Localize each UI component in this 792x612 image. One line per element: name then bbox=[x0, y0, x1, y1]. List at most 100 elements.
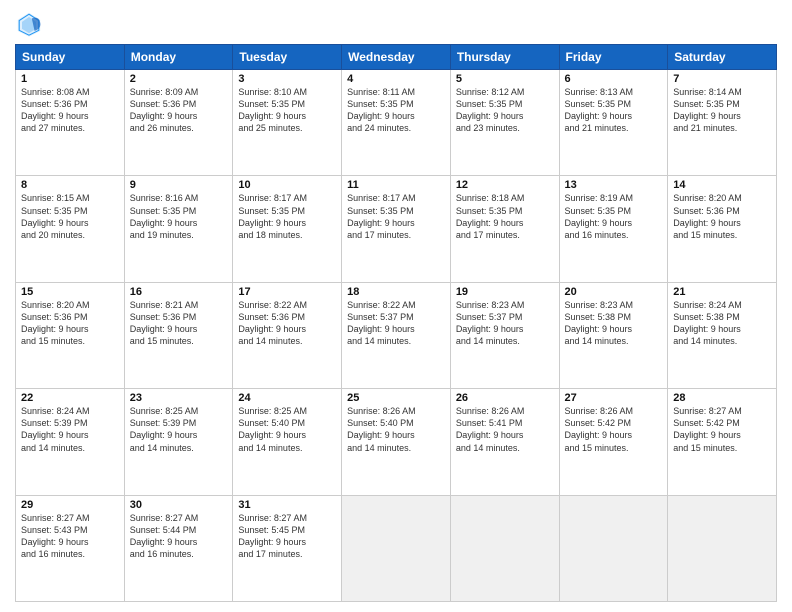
calendar-cell: 4Sunrise: 8:11 AMSunset: 5:35 PMDaylight… bbox=[342, 70, 451, 176]
day-number: 6 bbox=[565, 73, 663, 85]
calendar-cell: 11Sunrise: 8:17 AMSunset: 5:35 PMDayligh… bbox=[342, 176, 451, 282]
day-number: 2 bbox=[130, 73, 228, 85]
day-number: 8 bbox=[21, 179, 119, 191]
cell-details: Sunrise: 8:22 AMSunset: 5:37 PMDaylight:… bbox=[347, 299, 445, 348]
day-number: 12 bbox=[456, 179, 554, 191]
calendar-cell: 27Sunrise: 8:26 AMSunset: 5:42 PMDayligh… bbox=[559, 389, 668, 495]
cell-details: Sunrise: 8:23 AMSunset: 5:37 PMDaylight:… bbox=[456, 299, 554, 348]
day-number: 27 bbox=[565, 392, 663, 404]
cell-details: Sunrise: 8:24 AMSunset: 5:39 PMDaylight:… bbox=[21, 405, 119, 454]
cell-details: Sunrise: 8:17 AMSunset: 5:35 PMDaylight:… bbox=[238, 192, 336, 241]
calendar-cell: 31Sunrise: 8:27 AMSunset: 5:45 PMDayligh… bbox=[233, 495, 342, 601]
cell-details: Sunrise: 8:26 AMSunset: 5:40 PMDaylight:… bbox=[347, 405, 445, 454]
cell-details: Sunrise: 8:19 AMSunset: 5:35 PMDaylight:… bbox=[565, 192, 663, 241]
cell-details: Sunrise: 8:13 AMSunset: 5:35 PMDaylight:… bbox=[565, 86, 663, 135]
calendar-cell: 9Sunrise: 8:16 AMSunset: 5:35 PMDaylight… bbox=[124, 176, 233, 282]
week-row-2: 8Sunrise: 8:15 AMSunset: 5:35 PMDaylight… bbox=[16, 176, 777, 282]
day-number: 7 bbox=[673, 73, 771, 85]
cell-details: Sunrise: 8:16 AMSunset: 5:35 PMDaylight:… bbox=[130, 192, 228, 241]
cell-details: Sunrise: 8:25 AMSunset: 5:40 PMDaylight:… bbox=[238, 405, 336, 454]
day-header-friday: Friday bbox=[559, 45, 668, 70]
cell-details: Sunrise: 8:21 AMSunset: 5:36 PMDaylight:… bbox=[130, 299, 228, 348]
calendar-cell: 26Sunrise: 8:26 AMSunset: 5:41 PMDayligh… bbox=[450, 389, 559, 495]
calendar-cell: 6Sunrise: 8:13 AMSunset: 5:35 PMDaylight… bbox=[559, 70, 668, 176]
day-number: 15 bbox=[21, 286, 119, 298]
cell-details: Sunrise: 8:25 AMSunset: 5:39 PMDaylight:… bbox=[130, 405, 228, 454]
day-header-sunday: Sunday bbox=[16, 45, 125, 70]
cell-details: Sunrise: 8:23 AMSunset: 5:38 PMDaylight:… bbox=[565, 299, 663, 348]
day-number: 21 bbox=[673, 286, 771, 298]
calendar-cell: 18Sunrise: 8:22 AMSunset: 5:37 PMDayligh… bbox=[342, 282, 451, 388]
day-header-saturday: Saturday bbox=[668, 45, 777, 70]
calendar-cell: 16Sunrise: 8:21 AMSunset: 5:36 PMDayligh… bbox=[124, 282, 233, 388]
calendar-cell: 10Sunrise: 8:17 AMSunset: 5:35 PMDayligh… bbox=[233, 176, 342, 282]
calendar-cell: 23Sunrise: 8:25 AMSunset: 5:39 PMDayligh… bbox=[124, 389, 233, 495]
cell-details: Sunrise: 8:22 AMSunset: 5:36 PMDaylight:… bbox=[238, 299, 336, 348]
day-number: 30 bbox=[130, 499, 228, 511]
cell-details: Sunrise: 8:11 AMSunset: 5:35 PMDaylight:… bbox=[347, 86, 445, 135]
day-number: 19 bbox=[456, 286, 554, 298]
cell-details: Sunrise: 8:18 AMSunset: 5:35 PMDaylight:… bbox=[456, 192, 554, 241]
day-number: 11 bbox=[347, 179, 445, 191]
day-number: 25 bbox=[347, 392, 445, 404]
day-number: 13 bbox=[565, 179, 663, 191]
calendar-body: 1Sunrise: 8:08 AMSunset: 5:36 PMDaylight… bbox=[16, 70, 777, 602]
day-header-tuesday: Tuesday bbox=[233, 45, 342, 70]
logo bbox=[15, 10, 47, 38]
calendar-header-row: SundayMondayTuesdayWednesdayThursdayFrid… bbox=[16, 45, 777, 70]
day-number: 28 bbox=[673, 392, 771, 404]
day-number: 9 bbox=[130, 179, 228, 191]
cell-details: Sunrise: 8:27 AMSunset: 5:42 PMDaylight:… bbox=[673, 405, 771, 454]
cell-details: Sunrise: 8:27 AMSunset: 5:45 PMDaylight:… bbox=[238, 512, 336, 561]
day-number: 26 bbox=[456, 392, 554, 404]
cell-details: Sunrise: 8:10 AMSunset: 5:35 PMDaylight:… bbox=[238, 86, 336, 135]
cell-details: Sunrise: 8:20 AMSunset: 5:36 PMDaylight:… bbox=[673, 192, 771, 241]
day-number: 17 bbox=[238, 286, 336, 298]
cell-details: Sunrise: 8:17 AMSunset: 5:35 PMDaylight:… bbox=[347, 192, 445, 241]
day-header-monday: Monday bbox=[124, 45, 233, 70]
day-number: 16 bbox=[130, 286, 228, 298]
day-number: 14 bbox=[673, 179, 771, 191]
day-number: 18 bbox=[347, 286, 445, 298]
cell-details: Sunrise: 8:09 AMSunset: 5:36 PMDaylight:… bbox=[130, 86, 228, 135]
cell-details: Sunrise: 8:08 AMSunset: 5:36 PMDaylight:… bbox=[21, 86, 119, 135]
calendar-cell: 13Sunrise: 8:19 AMSunset: 5:35 PMDayligh… bbox=[559, 176, 668, 282]
calendar-cell: 1Sunrise: 8:08 AMSunset: 5:36 PMDaylight… bbox=[16, 70, 125, 176]
day-header-thursday: Thursday bbox=[450, 45, 559, 70]
calendar-cell: 12Sunrise: 8:18 AMSunset: 5:35 PMDayligh… bbox=[450, 176, 559, 282]
cell-details: Sunrise: 8:20 AMSunset: 5:36 PMDaylight:… bbox=[21, 299, 119, 348]
week-row-1: 1Sunrise: 8:08 AMSunset: 5:36 PMDaylight… bbox=[16, 70, 777, 176]
day-number: 5 bbox=[456, 73, 554, 85]
cell-details: Sunrise: 8:26 AMSunset: 5:41 PMDaylight:… bbox=[456, 405, 554, 454]
day-number: 31 bbox=[238, 499, 336, 511]
calendar-cell: 15Sunrise: 8:20 AMSunset: 5:36 PMDayligh… bbox=[16, 282, 125, 388]
calendar-cell: 24Sunrise: 8:25 AMSunset: 5:40 PMDayligh… bbox=[233, 389, 342, 495]
day-number: 1 bbox=[21, 73, 119, 85]
calendar-cell: 14Sunrise: 8:20 AMSunset: 5:36 PMDayligh… bbox=[668, 176, 777, 282]
day-number: 24 bbox=[238, 392, 336, 404]
calendar-cell: 29Sunrise: 8:27 AMSunset: 5:43 PMDayligh… bbox=[16, 495, 125, 601]
week-row-3: 15Sunrise: 8:20 AMSunset: 5:36 PMDayligh… bbox=[16, 282, 777, 388]
cell-details: Sunrise: 8:26 AMSunset: 5:42 PMDaylight:… bbox=[565, 405, 663, 454]
day-number: 10 bbox=[238, 179, 336, 191]
calendar-cell: 30Sunrise: 8:27 AMSunset: 5:44 PMDayligh… bbox=[124, 495, 233, 601]
calendar-cell bbox=[559, 495, 668, 601]
week-row-4: 22Sunrise: 8:24 AMSunset: 5:39 PMDayligh… bbox=[16, 389, 777, 495]
cell-details: Sunrise: 8:15 AMSunset: 5:35 PMDaylight:… bbox=[21, 192, 119, 241]
day-number: 3 bbox=[238, 73, 336, 85]
day-header-wednesday: Wednesday bbox=[342, 45, 451, 70]
calendar-cell: 7Sunrise: 8:14 AMSunset: 5:35 PMDaylight… bbox=[668, 70, 777, 176]
calendar-cell: 2Sunrise: 8:09 AMSunset: 5:36 PMDaylight… bbox=[124, 70, 233, 176]
cell-details: Sunrise: 8:12 AMSunset: 5:35 PMDaylight:… bbox=[456, 86, 554, 135]
cell-details: Sunrise: 8:27 AMSunset: 5:44 PMDaylight:… bbox=[130, 512, 228, 561]
calendar-cell: 22Sunrise: 8:24 AMSunset: 5:39 PMDayligh… bbox=[16, 389, 125, 495]
logo-icon bbox=[15, 10, 43, 38]
header bbox=[15, 10, 777, 38]
calendar-cell bbox=[668, 495, 777, 601]
calendar-table: SundayMondayTuesdayWednesdayThursdayFrid… bbox=[15, 44, 777, 602]
calendar-cell: 21Sunrise: 8:24 AMSunset: 5:38 PMDayligh… bbox=[668, 282, 777, 388]
calendar-cell bbox=[342, 495, 451, 601]
calendar-cell: 17Sunrise: 8:22 AMSunset: 5:36 PMDayligh… bbox=[233, 282, 342, 388]
week-row-5: 29Sunrise: 8:27 AMSunset: 5:43 PMDayligh… bbox=[16, 495, 777, 601]
calendar-cell: 8Sunrise: 8:15 AMSunset: 5:35 PMDaylight… bbox=[16, 176, 125, 282]
